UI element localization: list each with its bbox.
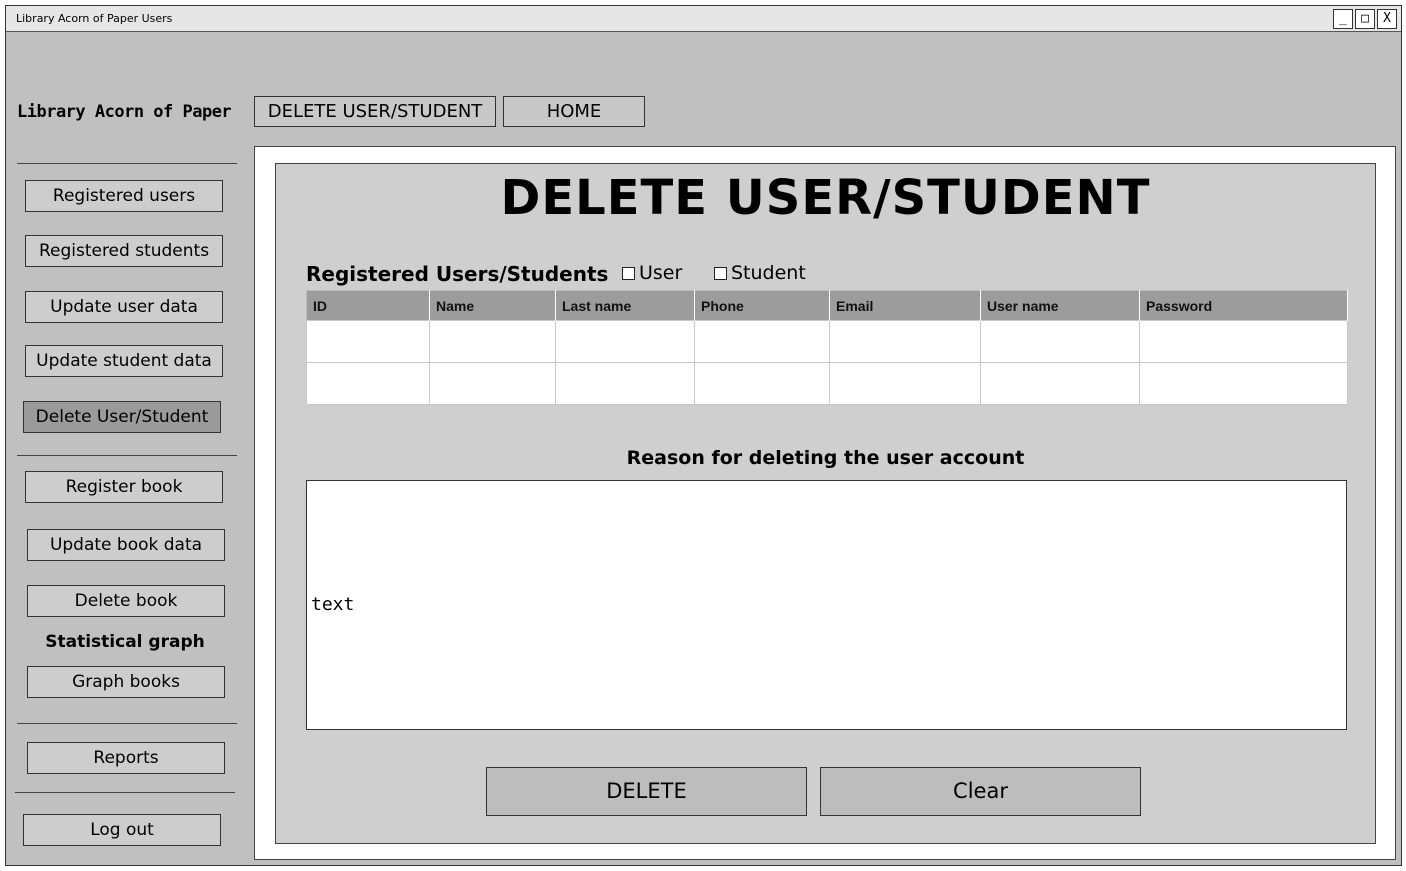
reason-label: Reason for deleting the user account: [626, 447, 1025, 469]
user-filter-checkbox[interactable]: User: [622, 262, 682, 284]
table-cell[interactable]: [1139, 362, 1348, 405]
sidebar-item-delete-user-student[interactable]: Delete User/Student: [23, 401, 221, 433]
sidebar-item-graph-books[interactable]: Graph books: [27, 666, 225, 698]
home-button[interactable]: HOME: [503, 96, 645, 127]
student-filter-checkbox[interactable]: Student: [714, 262, 806, 284]
table-cell[interactable]: [429, 320, 556, 363]
close-button[interactable]: X: [1377, 9, 1397, 29]
student-filter-label: Student: [731, 262, 806, 284]
table-label: Registered Users/Students: [306, 262, 609, 286]
sidebar-divider: [15, 792, 235, 793]
minimize-button[interactable]: _: [1333, 9, 1353, 29]
delete-user-tab-button[interactable]: DELETE USER/STUDENT: [254, 96, 496, 127]
column-header-last-name[interactable]: Last name: [555, 290, 695, 321]
column-header-name[interactable]: Name: [429, 290, 556, 321]
table-cell[interactable]: [555, 320, 695, 363]
column-header-email[interactable]: Email: [829, 290, 981, 321]
delete-button[interactable]: DELETE: [486, 767, 807, 816]
user-filter-label: User: [639, 262, 683, 284]
sidebar-item-update-user-data[interactable]: Update user data: [25, 291, 223, 323]
users-table: ID Name Last name Phone Email User name …: [306, 290, 1348, 405]
table-cell[interactable]: [694, 320, 830, 363]
table-cell[interactable]: [980, 320, 1140, 363]
window-controls: _ □ X: [1333, 9, 1397, 29]
table-cell[interactable]: [980, 362, 1140, 405]
statistical-graph-heading: Statistical graph: [45, 632, 205, 652]
table-cell[interactable]: [829, 320, 981, 363]
table-cell[interactable]: [555, 362, 695, 405]
table-row[interactable]: [306, 320, 1348, 363]
title-bar: Library Acorn of Paper Users _ □ X: [6, 6, 1401, 32]
page-title: DELETE USER/STUDENT: [500, 170, 1151, 226]
brand-title: Library Acorn of Paper: [17, 102, 232, 122]
sidebar-item-reports[interactable]: Reports: [27, 742, 225, 774]
table-row[interactable]: [306, 362, 1348, 405]
sidebar-item-update-book-data[interactable]: Update book data: [27, 529, 225, 561]
sidebar-divider: [17, 163, 237, 164]
sidebar-divider: [17, 723, 237, 724]
clear-button[interactable]: Clear: [820, 767, 1141, 816]
sidebar-item-log-out[interactable]: Log out: [23, 814, 221, 846]
table-header-row: ID Name Last name Phone Email User name …: [306, 290, 1348, 321]
column-header-phone[interactable]: Phone: [694, 290, 830, 321]
column-header-id[interactable]: ID: [306, 290, 430, 321]
sidebar-item-delete-book[interactable]: Delete book: [27, 585, 225, 617]
sidebar-item-register-book[interactable]: Register book: [25, 471, 223, 503]
table-cell[interactable]: [829, 362, 981, 405]
sidebar-item-update-student-data[interactable]: Update student data: [25, 345, 223, 377]
checkbox-box[interactable]: [622, 266, 635, 280]
sidebar-item-registered-students[interactable]: Registered students: [25, 235, 223, 267]
table-cell[interactable]: [429, 362, 556, 405]
checkbox-box[interactable]: [714, 266, 727, 280]
table-cell[interactable]: [306, 362, 430, 405]
sidebar-divider: [17, 455, 237, 456]
table-cell[interactable]: [1139, 320, 1348, 363]
column-header-user-name[interactable]: User name: [980, 290, 1140, 321]
maximize-button[interactable]: □: [1355, 9, 1375, 29]
reason-textarea[interactable]: text: [306, 480, 1347, 730]
table-cell[interactable]: [694, 362, 830, 405]
column-header-password[interactable]: Password: [1139, 290, 1348, 321]
table-cell[interactable]: [306, 320, 430, 363]
window-title: Library Acorn of Paper Users: [16, 12, 173, 25]
sidebar-item-registered-users[interactable]: Registered users: [25, 180, 223, 212]
